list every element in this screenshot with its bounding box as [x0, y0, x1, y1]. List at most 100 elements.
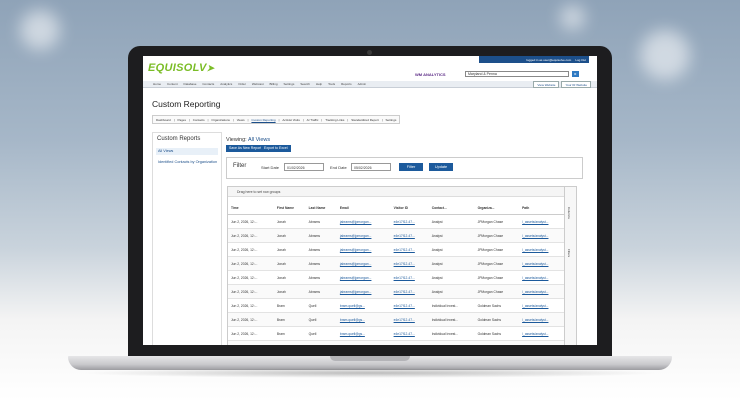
start-date-input[interactable]: 01/02/2026 — [284, 163, 324, 171]
report-item-all-views[interactable]: All Views — [156, 148, 218, 155]
site-select-go-button[interactable]: ▸ — [572, 71, 579, 77]
row-group-dropzone[interactable]: Drag here to set row groups — [228, 187, 565, 197]
table-row[interactable]: Jun 2, 2026, 12:...BramQuellbram.quell@g… — [228, 326, 565, 341]
table-cell: JPMorgan Chase — [474, 284, 520, 299]
save-report-button[interactable]: Save As New Report — [226, 145, 265, 152]
view-website-button[interactable]: View Website — [533, 81, 560, 88]
nav-item-tools[interactable]: Tools — [328, 82, 335, 86]
table-cell[interactable]: /_assets/analyst... — [519, 256, 565, 271]
table-cell[interactable]: /_assets/analyst... — [519, 340, 565, 345]
tab-pages[interactable]: Pages — [177, 118, 186, 122]
table-cell[interactable]: /_assets/analyst... — [519, 298, 565, 313]
table-row[interactable]: Jun 2, 2026, 12:...BramQuellbram.quell@g… — [228, 298, 565, 313]
table-row[interactable]: Jun 2, 2026, 12:...BramQuellbram.quell@g… — [228, 312, 565, 327]
table-cell[interactable]: e4e17f12-47... — [390, 256, 429, 271]
laptop-shadow — [80, 368, 660, 378]
column-header[interactable]: Email — [336, 202, 391, 215]
table-cell[interactable]: e4e17f12-47... — [390, 340, 429, 345]
report-item-identified-contacts[interactable]: Identified Contacts by Organization — [158, 160, 218, 165]
end-date-input[interactable]: 05/02/2026 — [351, 163, 391, 171]
filter-label: Filter — [233, 163, 247, 169]
table-cell[interactable]: /_assets/analyst... — [519, 326, 565, 341]
column-header[interactable]: First Name — [273, 202, 306, 215]
filters-tab[interactable]: Filters — [567, 249, 571, 257]
tab-ai-traffic[interactable]: AI Traffic — [307, 118, 319, 122]
viewing-value: All Views — [247, 137, 271, 143]
table-cell[interactable]: e4e17f12-47... — [390, 284, 429, 299]
nav-item-order[interactable]: Order — [238, 82, 246, 86]
table-cell[interactable]: jabrams@jpmorgan... — [336, 256, 391, 271]
column-header[interactable]: Path — [519, 202, 565, 215]
tab-custom-reporting[interactable]: Custom Reporting — [251, 118, 275, 122]
table-cell[interactable]: e4e17f12-47... — [390, 270, 429, 285]
table-cell[interactable]: jabrams@jpmorgan... — [336, 270, 391, 285]
table-row[interactable]: Jun 2, 2026, 12:...BramQuellbram.quell@g… — [228, 340, 565, 345]
export-excel-button[interactable]: Export to Excel — [261, 145, 291, 152]
nav-item-webcast[interactable]: Webcast — [252, 82, 264, 86]
table-cell[interactable]: e4e17f12-47... — [390, 242, 429, 257]
table-cell[interactable]: /_assets/analyst... — [519, 312, 565, 327]
table-cell: Jonah — [273, 284, 306, 299]
column-header[interactable]: Time — [228, 202, 274, 215]
nav-item-database[interactable]: Database — [184, 82, 197, 86]
table-body: Jun 2, 2026, 12:... Jonah Abrams jabrams@jp… — [228, 214, 565, 345]
laptop-notch — [330, 356, 410, 361]
tab-activist-visits[interactable]: Activist Visits — [282, 118, 299, 122]
table-cell: Abrams — [305, 228, 337, 243]
logout-link[interactable]: Log Out — [575, 58, 586, 62]
nav-item-billing[interactable]: Billing — [270, 82, 278, 86]
table-cell[interactable]: /_assets/analyst... — [519, 270, 565, 285]
table-cell[interactable]: jabrams@jpmorgan... — [336, 284, 391, 299]
table-cell[interactable]: e4e17f12-47... — [390, 326, 429, 341]
table-cell: JPMorgan Chase — [474, 214, 520, 229]
tab-contacts[interactable]: Contacts — [193, 118, 205, 122]
ir-website-button[interactable]: Your IR Website — [561, 81, 591, 88]
table-cell[interactable]: e4e17f12-47... — [390, 214, 429, 229]
table-cell[interactable]: bram.quell@gs... — [336, 326, 391, 341]
column-header[interactable]: Organiza... — [474, 202, 520, 215]
nav-item-settings[interactable]: Settings — [284, 82, 295, 86]
table-cell[interactable]: bram.quell@gs... — [336, 340, 391, 345]
column-header[interactable]: Visitor ID — [390, 202, 429, 215]
table-row[interactable]: Jun 2, 2026, 12:... Jonah Abrams jabrams@jp… — [228, 228, 565, 243]
nav-item-contacts[interactable]: Contacts — [202, 82, 214, 86]
table-cell[interactable]: /_assets/analyst... — [519, 284, 565, 299]
tab-views[interactable]: Views — [237, 118, 245, 122]
nav-item-home[interactable]: Home — [153, 82, 161, 86]
table-cell[interactable]: jabrams@jpmorgan... — [336, 242, 391, 257]
table-cell[interactable]: jabrams@jpmorgan... — [336, 228, 391, 243]
filter-button[interactable]: Filter — [399, 163, 423, 171]
table-cell[interactable]: /_assets/analyst... — [519, 242, 565, 257]
tab-tracking-links[interactable]: Tracking Links — [325, 118, 344, 122]
update-button[interactable]: Update — [429, 163, 453, 171]
column-header[interactable]: Last Name — [305, 202, 337, 215]
table-cell[interactable]: e4e17f12-47... — [390, 228, 429, 243]
table-row[interactable]: Jun 2, 2026, 12:... Jonah Abrams jabrams@jp… — [228, 270, 565, 285]
table-row[interactable]: Jun 2, 2026, 12:... Jonah Abrams jabrams@jp… — [228, 256, 565, 271]
tab-standardized-report[interactable]: Standardized Report — [351, 118, 379, 122]
tab-dashboard[interactable]: Dashboard — [156, 118, 171, 122]
bokeh-light — [560, 5, 585, 30]
nav-item-content[interactable]: Content — [167, 82, 178, 86]
table-cell[interactable]: jabrams@jpmorgan... — [336, 214, 391, 229]
table-cell[interactable]: /_assets/analyst... — [519, 214, 565, 229]
table-row[interactable]: Jun 2, 2026, 12:... Jonah Abrams jabrams@jp… — [228, 214, 565, 229]
table-cell[interactable]: bram.quell@gs... — [336, 312, 391, 327]
nav-item-reports[interactable]: Reports — [341, 82, 352, 86]
tab-settings[interactable]: Settings — [386, 118, 397, 122]
table-row[interactable]: Jun 2, 2026, 12:... Jonah Abrams jabrams@jp… — [228, 242, 565, 257]
column-header[interactable]: Contact... — [428, 202, 475, 215]
columns-tab[interactable]: Columns — [567, 207, 571, 219]
nav-item-admin[interactable]: Admin — [358, 82, 367, 86]
nav-item-search[interactable]: Search — [300, 82, 310, 86]
nav-item-analytics[interactable]: Analytics — [220, 82, 232, 86]
table-cell[interactable]: e4e17f12-47... — [390, 312, 429, 327]
table-cell[interactable]: bram.quell@gs... — [336, 298, 391, 313]
nav-item-help[interactable]: Help — [316, 82, 322, 86]
table-cell[interactable]: /_assets/analyst... — [519, 228, 565, 243]
table-cell[interactable]: e4e17f12-47... — [390, 298, 429, 313]
tab-organizations[interactable]: Organizations — [211, 118, 230, 122]
site-select[interactable]: Maryland & Penna — [465, 71, 569, 77]
table-cell: Goldman Sachs — [474, 326, 520, 341]
table-row[interactable]: Jun 2, 2026, 12:... Jonah Abrams jabrams@jp… — [228, 284, 565, 299]
